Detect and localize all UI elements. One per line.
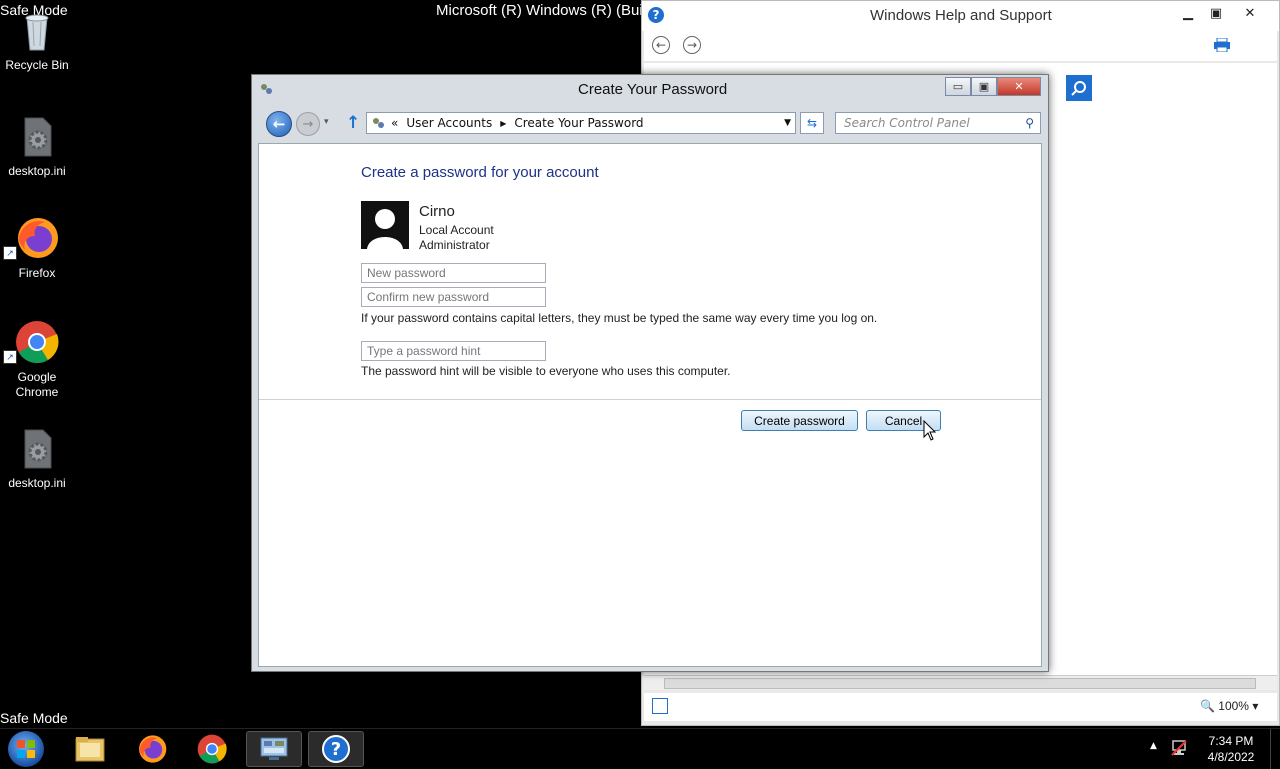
taskbar: ? ▲ 7:34 PM 4/8/2022 bbox=[0, 728, 1280, 769]
search-icon bbox=[1071, 81, 1086, 96]
control-panel-small-icon bbox=[371, 116, 385, 130]
help-options-icon[interactable] bbox=[652, 698, 668, 714]
user-avatar bbox=[361, 201, 409, 249]
help-close-button[interactable]: ✕ bbox=[1236, 3, 1264, 23]
page-heading: Create a password for your account bbox=[361, 164, 599, 181]
desktop-icon-chrome[interactable]: ↗ Google Chrome bbox=[0, 320, 74, 400]
close-button[interactable]: ✕ bbox=[997, 77, 1041, 96]
search-control-panel[interactable]: Search Control Panel ⚲ bbox=[835, 112, 1041, 134]
address-bar[interactable]: « User Accounts ▶ Create Your Password ▼ bbox=[366, 112, 796, 134]
breadcrumb-separator-icon[interactable]: ▶ bbox=[500, 119, 506, 128]
recent-pages-dropdown[interactable]: ▾ bbox=[324, 117, 329, 127]
maximize-button[interactable]: ▣ bbox=[971, 77, 997, 96]
address-dropdown-icon[interactable]: ▼ bbox=[784, 118, 791, 128]
user-name: Cirno bbox=[419, 203, 455, 220]
help-title-bar: ? Windows Help and Support ▁ ▣ ✕ bbox=[642, 1, 1279, 31]
taskbar-help-and-support[interactable]: ? bbox=[308, 731, 364, 767]
help-icon: ? bbox=[648, 7, 664, 23]
help-toolbar: ← → bbox=[644, 31, 1277, 61]
search-placeholder: Search Control Panel bbox=[844, 116, 970, 130]
search-icon: ⚲ bbox=[1025, 116, 1034, 130]
show-hidden-icons-button[interactable]: ▲ bbox=[1150, 741, 1157, 751]
help-horizontal-scrollbar[interactable] bbox=[644, 675, 1277, 690]
settings-file-icon bbox=[15, 426, 59, 470]
minimize-button[interactable]: ▭ bbox=[945, 77, 971, 96]
print-icon[interactable] bbox=[1214, 37, 1230, 53]
desktop-icon-label: Firefox bbox=[18, 266, 56, 280]
help-forward-icon[interactable]: → bbox=[683, 36, 701, 54]
windows-build-text: Microsoft (R) Windows (R) (Bui bbox=[436, 2, 643, 19]
create-password-button[interactable]: Create password bbox=[741, 410, 858, 431]
settings-file-icon bbox=[15, 114, 59, 158]
clock-time: 7:34 PM bbox=[1208, 734, 1254, 748]
zoom-value: 100% bbox=[1218, 699, 1249, 713]
taskbar-file-explorer[interactable] bbox=[62, 731, 118, 767]
zoom-level[interactable]: 🔍 100% ▾ bbox=[1200, 699, 1258, 713]
content-pane: Create a password for your account Cirno… bbox=[258, 143, 1042, 667]
desktop-icon-recycle-bin[interactable]: Recycle Bin bbox=[0, 8, 74, 73]
help-window-title: Windows Help and Support bbox=[870, 7, 1052, 24]
desktop-icon-firefox[interactable]: ↗ Firefox bbox=[0, 216, 74, 281]
desktop-icon-desktop-ini-2[interactable]: desktop.ini bbox=[0, 426, 74, 491]
control-panel-icon bbox=[260, 737, 288, 760]
desktop-icon-label: desktop.ini bbox=[8, 476, 66, 490]
hint-visibility-note: The password hint will be visible to eve… bbox=[361, 364, 731, 378]
folder-icon bbox=[75, 737, 105, 762]
help-icon: ? bbox=[322, 735, 350, 763]
dialog-title: Create Your Password bbox=[578, 81, 728, 98]
refresh-icon: ⇆ bbox=[806, 116, 818, 130]
breadcrumb-overflow-icon[interactable]: « bbox=[391, 116, 398, 130]
windows-logo-icon bbox=[17, 740, 35, 758]
create-password-window: Create Your Password ▭ ▣ ✕ ← → ▾ ↑ « Use… bbox=[251, 74, 1049, 672]
desktop-icon-desktop-ini-1[interactable]: desktop.ini bbox=[0, 114, 74, 179]
taskbar-firefox[interactable] bbox=[124, 731, 180, 767]
up-arrow-icon[interactable]: ↑ bbox=[346, 113, 360, 133]
network-icon[interactable] bbox=[1170, 739, 1188, 757]
firefox-icon bbox=[139, 735, 167, 763]
desktop-icon-label: Recycle Bin bbox=[5, 58, 69, 72]
confirm-password-field[interactable] bbox=[361, 287, 546, 307]
forward-button[interactable]: → bbox=[296, 112, 320, 136]
refresh-button[interactable]: ⇆ bbox=[800, 112, 824, 134]
system-clock[interactable]: 7:34 PM 4/8/2022 bbox=[1200, 733, 1262, 765]
scrollbar-thumb[interactable] bbox=[664, 678, 1256, 689]
account-type: Local Account bbox=[419, 223, 494, 237]
safe-mode-label-bottom: Safe Mode bbox=[0, 710, 68, 726]
recycle-bin-icon bbox=[15, 8, 59, 52]
control-panel-icon bbox=[258, 81, 274, 97]
new-password-field[interactable] bbox=[361, 263, 546, 283]
chrome-icon bbox=[197, 734, 227, 764]
desktop-icon-label: desktop.ini bbox=[8, 164, 66, 178]
help-search-button[interactable] bbox=[1066, 75, 1092, 101]
help-back-icon[interactable]: ← bbox=[652, 36, 670, 54]
help-minimize-button[interactable]: ▁ bbox=[1174, 3, 1202, 23]
capital-letters-note: If your password contains capital letter… bbox=[361, 311, 878, 325]
breadcrumb-user-accounts[interactable]: User Accounts bbox=[406, 116, 492, 130]
start-button[interactable] bbox=[8, 731, 44, 767]
chrome-icon: ↗ bbox=[3, 320, 59, 364]
clock-date: 4/8/2022 bbox=[1207, 750, 1255, 764]
caption-buttons: ▭ ▣ ✕ bbox=[945, 77, 1041, 97]
password-hint-field[interactable] bbox=[361, 341, 546, 361]
desktop-icon-label: Google Chrome bbox=[15, 370, 59, 399]
breadcrumb-create-your-password[interactable]: Create Your Password bbox=[514, 116, 643, 130]
back-arrow-icon: ← bbox=[272, 115, 286, 133]
firefox-icon: ↗ bbox=[3, 216, 59, 260]
taskbar-chrome[interactable] bbox=[184, 731, 240, 767]
mouse-cursor-icon bbox=[923, 419, 937, 442]
help-status-bar: 🔍 100% ▾ bbox=[644, 693, 1277, 721]
show-desktop-button[interactable] bbox=[1270, 729, 1280, 769]
help-maximize-button[interactable]: ▣ bbox=[1202, 3, 1230, 23]
back-button[interactable]: ← bbox=[266, 111, 292, 137]
taskbar-control-panel[interactable] bbox=[246, 731, 302, 767]
forward-arrow-icon: → bbox=[302, 116, 314, 132]
divider bbox=[259, 399, 1041, 400]
account-role: Administrator bbox=[419, 238, 490, 252]
